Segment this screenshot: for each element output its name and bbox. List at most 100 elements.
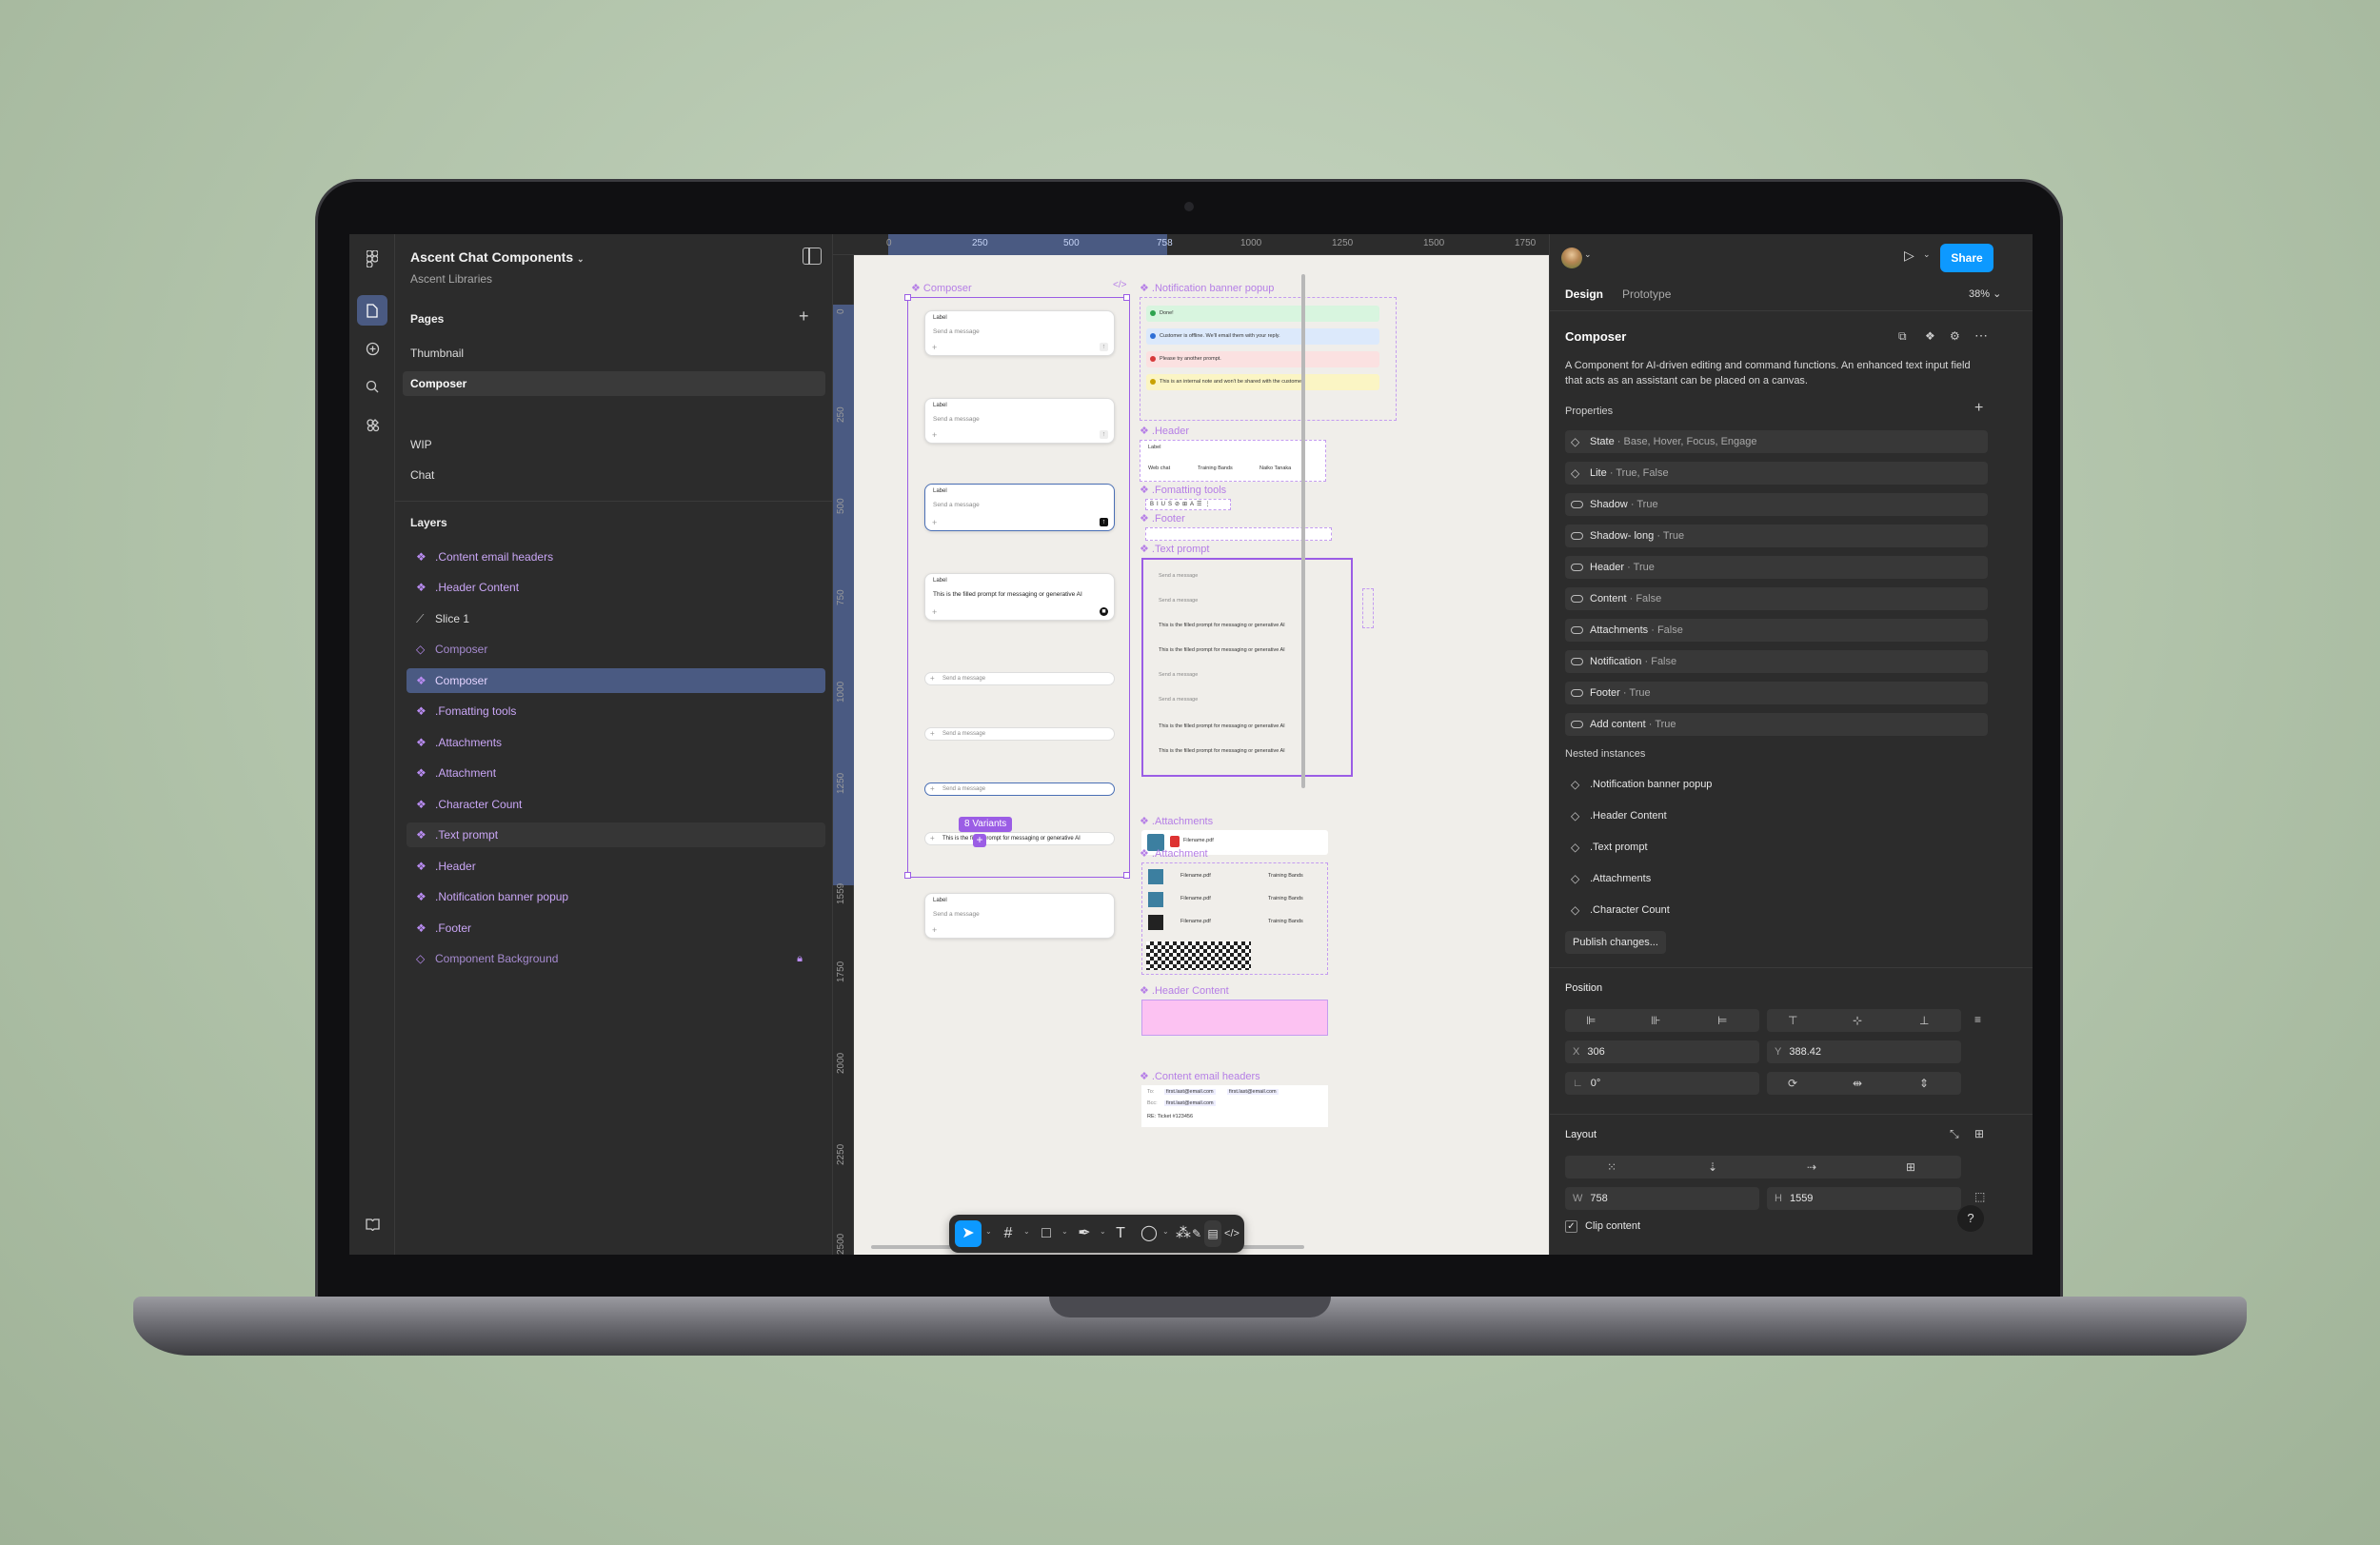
- draw-icon[interactable]: ✎: [1189, 1220, 1204, 1247]
- notification-frame[interactable]: Done! Customer is offline. We'll email t…: [1140, 297, 1397, 421]
- design-canvas[interactable]: ❖ Composer </> Label Send a message + ↑ L…: [854, 255, 1549, 1255]
- composer-lite-variant[interactable]: + Send a message: [924, 727, 1115, 741]
- character-count-frame[interactable]: [1362, 588, 1374, 628]
- property-attachments[interactable]: Attachments · False: [1565, 619, 1988, 642]
- component-icon[interactable]: ❖: [1925, 329, 1935, 343]
- variants-badge[interactable]: 8 Variants: [959, 817, 1013, 832]
- layer-item[interactable]: ❖ .Footer: [407, 916, 825, 941]
- lock-icon[interactable]: 🔒︎: [797, 946, 803, 971]
- frame-label-text-prompt[interactable]: ❖ .Text prompt: [1140, 543, 1209, 555]
- tab-design[interactable]: Design: [1565, 287, 1603, 301]
- tab-prototype[interactable]: Prototype: [1622, 287, 1671, 301]
- frame-label-attachments[interactable]: ❖ .Attachments: [1140, 815, 1213, 827]
- frame-label-content-email[interactable]: ❖ .Content email headers: [1140, 1070, 1260, 1082]
- composer-variant[interactable]: Label Send a message + ↑: [924, 398, 1115, 444]
- page-thumbnail[interactable]: Thumbnail: [403, 341, 825, 366]
- header-frame[interactable]: Label Web chat Training Bands Naiko Tana…: [1140, 440, 1326, 482]
- property-header[interactable]: Header · True: [1565, 556, 1988, 579]
- chevron-down-icon[interactable]: ⌄: [1162, 1227, 1169, 1236]
- rotation-field[interactable]: ∟ 0°: [1565, 1072, 1759, 1095]
- collapse-icon[interactable]: ⤡: [1950, 1127, 1959, 1141]
- composer-variant[interactable]: Label Send a message + ↑: [924, 310, 1115, 356]
- resize-to-fit-icon[interactable]: ⬚: [1974, 1190, 1985, 1203]
- layer-item[interactable]: ❖ .Header: [407, 854, 825, 879]
- resize-handle[interactable]: [904, 294, 911, 301]
- composer-lite-variant[interactable]: + This is the filled prompt for messaging…: [924, 832, 1115, 845]
- comment-tool-icon[interactable]: ◯: [1136, 1220, 1162, 1247]
- play-icon[interactable]: ▷: [1904, 248, 1914, 264]
- property-notification[interactable]: Notification · False: [1565, 650, 1988, 673]
- layer-item[interactable]: ◇ Component Background 🔒︎: [407, 946, 825, 971]
- composer-lite-variant[interactable]: + Send a message: [924, 782, 1115, 796]
- page-composer[interactable]: Composer: [403, 371, 825, 396]
- layout-grid-icon[interactable]: ⊞: [1974, 1127, 1984, 1140]
- composer-instance[interactable]: Label Send a message +: [924, 893, 1115, 939]
- adjust-icon[interactable]: ⚙: [1950, 329, 1960, 343]
- figma-logo-icon[interactable]: [357, 244, 387, 274]
- width-field[interactable]: W 758: [1565, 1187, 1759, 1210]
- frame-label-notification[interactable]: ❖ .Notification banner popup: [1140, 282, 1274, 294]
- property-shadow-long[interactable]: Shadow- long · True: [1565, 525, 1988, 547]
- flip-horizontal-icon[interactable]: ⇹: [1853, 1072, 1862, 1095]
- frame-label-header-content[interactable]: ❖ .Header Content: [1140, 984, 1229, 997]
- distribute-icon[interactable]: ≡: [1974, 1013, 1981, 1026]
- pen-tool-icon[interactable]: ✒: [1071, 1220, 1098, 1247]
- chevron-down-icon[interactable]: ⌄: [1061, 1227, 1068, 1236]
- plugins-icon[interactable]: [357, 409, 387, 440]
- design-mode-icon[interactable]: ▤: [1204, 1220, 1221, 1247]
- chevron-down-icon[interactable]: ⌄: [985, 1227, 992, 1236]
- align-left-icon[interactable]: ⊫: [1586, 1009, 1596, 1032]
- dev-mode-icon[interactable]: </>: [1223, 1220, 1240, 1247]
- nested-instance[interactable]: ◇ .Character Count: [1565, 899, 1670, 921]
- horizontal-layout-icon[interactable]: ⇢: [1807, 1156, 1816, 1179]
- rotate-icon[interactable]: ⟳: [1788, 1072, 1797, 1095]
- frame-tool-icon[interactable]: #: [995, 1220, 1021, 1247]
- chevron-down-icon[interactable]: ⌄: [1584, 249, 1592, 260]
- help-button[interactable]: ?: [1957, 1205, 1984, 1232]
- resize-handle[interactable]: [904, 872, 911, 879]
- y-field[interactable]: Y 388.42: [1767, 1040, 1961, 1063]
- align-center-icon[interactable]: ⊪: [1651, 1009, 1660, 1032]
- frame-label-footer[interactable]: ❖ .Footer: [1140, 512, 1185, 525]
- layer-item[interactable]: ❖ .Fomatting tools: [407, 699, 825, 723]
- nested-instance[interactable]: ◇ .Text prompt: [1565, 836, 1648, 859]
- layer-item[interactable]: ◇ Composer: [407, 637, 825, 662]
- avatar[interactable]: [1561, 248, 1582, 268]
- move-tool-icon[interactable]: ➤: [955, 1220, 982, 1247]
- property-content[interactable]: Content · False: [1565, 587, 1988, 610]
- chevron-down-icon[interactable]: ⌄: [1923, 249, 1931, 260]
- x-field[interactable]: X 306: [1565, 1040, 1759, 1063]
- layer-item[interactable]: ❖ .Text prompt: [407, 822, 825, 847]
- grid-layout-icon[interactable]: ⊞: [1906, 1156, 1915, 1179]
- add-property-icon[interactable]: +: [1974, 400, 1983, 417]
- attachment-frame[interactable]: Filename.pdf Filename.pdf Filename.pdf T…: [1141, 862, 1328, 975]
- layer-item[interactable]: ❖ .Notification banner popup: [407, 884, 825, 909]
- nested-instance[interactable]: ◇ .Attachments: [1565, 867, 1651, 890]
- layer-item[interactable]: ❖ .Content email headers: [407, 545, 825, 569]
- text-prompt-frame[interactable]: Send a message Send a message This is th…: [1141, 558, 1353, 777]
- search-icon[interactable]: [357, 371, 387, 402]
- share-button[interactable]: Share: [1940, 244, 1993, 272]
- layer-item-selected[interactable]: ❖ Composer: [407, 668, 825, 693]
- align-middle-icon[interactable]: ⊹: [1853, 1009, 1862, 1032]
- library-book-icon[interactable]: [357, 1209, 387, 1239]
- layer-item[interactable]: ⟋ Slice 1: [407, 606, 825, 631]
- zoom-level[interactable]: 38% ⌄: [1969, 287, 2001, 300]
- nested-instance[interactable]: ◇ .Notification banner popup: [1565, 773, 1712, 796]
- add-page-icon[interactable]: +: [799, 307, 809, 327]
- publish-button[interactable]: Publish changes...: [1565, 931, 1666, 954]
- resize-handle[interactable]: [1123, 294, 1130, 301]
- vertical-layout-icon[interactable]: ⇣: [1708, 1156, 1717, 1179]
- composer-lite-variant[interactable]: + Send a message: [924, 672, 1115, 685]
- instance-icon[interactable]: ⧉: [1898, 329, 1907, 344]
- property-shadow[interactable]: Shadow · True: [1565, 493, 1988, 516]
- page-wip[interactable]: WIP: [403, 432, 825, 457]
- layer-item[interactable]: ❖ .Character Count: [407, 792, 825, 817]
- page-chat[interactable]: Chat: [403, 463, 825, 487]
- freeform-layout-icon[interactable]: ⁙: [1607, 1156, 1616, 1179]
- layer-item[interactable]: ❖ .Header Content: [407, 575, 825, 600]
- property-state[interactable]: ◇ State · Base, Hover, Focus, Engage: [1565, 430, 1988, 453]
- property-footer[interactable]: Footer · True: [1565, 682, 1988, 704]
- code-icon[interactable]: </>: [1113, 280, 1126, 290]
- flip-vertical-icon[interactable]: ⇕: [1919, 1072, 1929, 1095]
